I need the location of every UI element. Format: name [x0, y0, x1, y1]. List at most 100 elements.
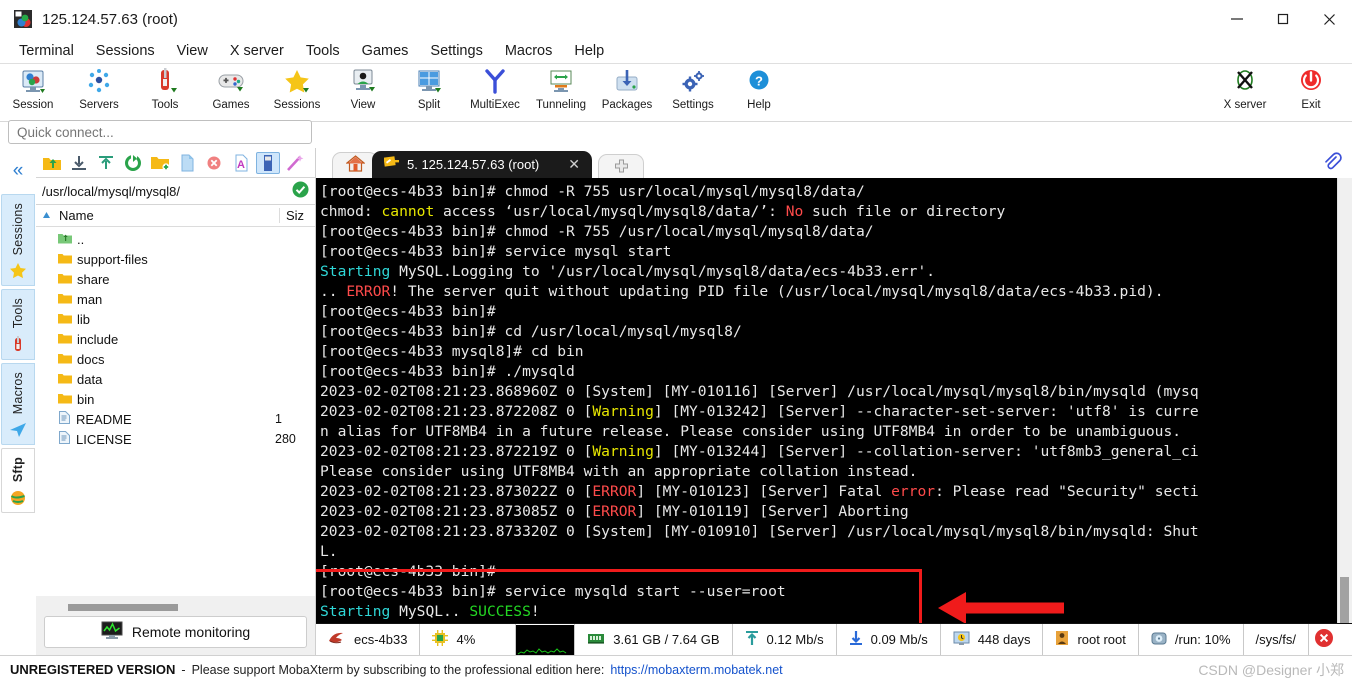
column-header-size[interactable]: Siz: [279, 208, 315, 223]
menu-settings[interactable]: Settings: [419, 41, 493, 61]
status-download[interactable]: 0.09 Mb/s: [837, 624, 941, 655]
svg-text:A: A: [237, 159, 245, 171]
new-tab-button[interactable]: [598, 154, 644, 178]
horizontal-scrollbar-thumb[interactable]: [68, 604, 178, 611]
toolbar-view-button[interactable]: View: [330, 67, 396, 111]
terminal-segment: [root@ecs-4b33 bin]# ./mysqld: [320, 363, 575, 380]
status-disk[interactable]: /run: 10%: [1139, 624, 1244, 655]
terminal-output[interactable]: [root@ecs-4b33 bin]# chmod -R 755 usr/lo…: [316, 178, 1352, 683]
games-icon: [216, 67, 246, 97]
toolbar-games-button[interactable]: Games: [198, 67, 264, 111]
rail-tab-macros[interactable]: Macros: [1, 362, 35, 445]
menu-help[interactable]: Help: [563, 41, 615, 61]
toolbar-sessions-button[interactable]: Sessions: [264, 67, 330, 111]
quick-connect-input[interactable]: [8, 120, 312, 144]
list-item[interactable]: docs: [36, 349, 315, 369]
status-uptime[interactable]: 448 days: [941, 624, 1044, 655]
session-tab-active[interactable]: 5. 125.124.57.63 (root) ✕: [372, 151, 592, 178]
status-close-button[interactable]: [1309, 624, 1339, 655]
maximize-button[interactable]: [1260, 0, 1306, 38]
terminal-segment: 2023-02-02T08:21:23.872219Z 0 [: [320, 443, 593, 460]
horizontal-scrollbar[interactable]: [44, 602, 307, 612]
attach-clip-button[interactable]: [1322, 152, 1342, 177]
minimize-button[interactable]: [1214, 0, 1260, 38]
terminal-segment: : Please read "Security" secti: [935, 483, 1199, 500]
terminal-scrollbar[interactable]: [1337, 178, 1352, 683]
terminal-segment: [root@ecs-4b33 bin]# chmod -R 755 /usr/l…: [320, 223, 874, 240]
terminal-segment: chmod:: [320, 203, 382, 220]
list-item[interactable]: ..: [36, 229, 315, 249]
toolbar-packages-button[interactable]: Packages: [594, 67, 660, 111]
list-item[interactable]: bin: [36, 389, 315, 409]
menu-macros[interactable]: Macros: [494, 41, 564, 61]
status-download-label: 0.09 Mb/s: [870, 632, 928, 647]
toolbar-help-button[interactable]: ? Help: [726, 67, 792, 111]
rail-tab-sessions[interactable]: Sessions: [1, 194, 35, 287]
toolbar-tunneling-label: Tunneling: [535, 99, 587, 111]
remote-monitoring-button[interactable]: Remote monitoring: [44, 616, 307, 648]
refresh-icon[interactable]: [121, 152, 145, 174]
download-icon[interactable]: [67, 152, 91, 174]
list-item[interactable]: share: [36, 269, 315, 289]
menu-tools[interactable]: Tools: [295, 41, 351, 61]
close-icon[interactable]: ✕: [568, 156, 580, 173]
terminal-text: [root@ecs-4b33 bin]# chmod -R 755 usr/lo…: [320, 182, 1352, 642]
toolbar-multiexec-button[interactable]: MultiExec: [462, 67, 528, 111]
toolbar-xserver-button[interactable]: X server: [1212, 67, 1278, 111]
menu-terminal[interactable]: Terminal: [8, 41, 85, 61]
footer-link[interactable]: https://mobaxterm.mobatek.net: [610, 663, 782, 677]
menu-x-server[interactable]: X server: [219, 41, 295, 61]
file-browser-toolbar: A: [36, 148, 315, 178]
rail-tab-tools[interactable]: Tools: [1, 289, 35, 360]
list-item[interactable]: lib: [36, 309, 315, 329]
collapse-chevrons-icon[interactable]: «: [0, 148, 36, 194]
list-item[interactable]: LICENSE 280: [36, 429, 315, 449]
delete-icon[interactable]: [202, 152, 226, 174]
status-upload[interactable]: 0.12 Mb/s: [733, 624, 837, 655]
text-edit-icon[interactable]: A: [229, 152, 253, 174]
toggle-panel-icon[interactable]: [256, 151, 280, 174]
list-item[interactable]: include: [36, 329, 315, 349]
status-cpu-graph[interactable]: [516, 624, 576, 655]
status-host[interactable]: ecs-4b33: [316, 624, 421, 655]
list-item-label: data: [77, 371, 103, 387]
status-cpu[interactable]: 4%: [420, 624, 517, 655]
list-item[interactable]: support-files: [36, 249, 315, 269]
file-browser-header: Name Siz: [36, 205, 315, 227]
toolbar-split-button[interactable]: Split: [396, 67, 462, 111]
terminal-segment: Please consider using UTF8MB4 with an ap…: [320, 463, 918, 480]
toolbar-tunneling-button[interactable]: Tunneling: [528, 67, 594, 111]
status-user[interactable]: root root: [1043, 624, 1139, 655]
toolbar-settings-label: Settings: [672, 99, 714, 111]
help-icon: ?: [744, 67, 774, 97]
magic-wand-icon[interactable]: [283, 152, 307, 174]
toolbar-session-button[interactable]: Session: [0, 67, 66, 111]
rail-tab-sftp[interactable]: Sftp: [1, 447, 35, 513]
file-browser-list[interactable]: .. support-files share man lib include d…: [36, 227, 315, 596]
file-browser-path-bar[interactable]: /usr/local/mysql/mysql8/: [36, 178, 315, 205]
toolbar-tools-button[interactable]: Tools: [132, 67, 198, 111]
menu-sessions[interactable]: Sessions: [85, 41, 166, 61]
close-button[interactable]: [1306, 0, 1352, 38]
go-up-folder-icon[interactable]: [40, 152, 64, 174]
new-folder-icon[interactable]: [148, 152, 172, 174]
terminal-segment: Starting: [320, 263, 391, 280]
upload-icon[interactable]: [94, 152, 118, 174]
quick-connect-wrapper: [8, 120, 312, 144]
new-file-icon[interactable]: [175, 152, 199, 174]
status-sysfs[interactable]: /sys/fs/: [1244, 624, 1309, 655]
toolbar-packages-label: Packages: [601, 99, 653, 111]
list-item[interactable]: man: [36, 289, 315, 309]
file-icon: [58, 411, 71, 427]
file-browser-name-column[interactable]: Name: [42, 208, 279, 223]
toolbar-servers-button[interactable]: Servers: [66, 67, 132, 111]
list-item[interactable]: README 1: [36, 409, 315, 429]
menu-view[interactable]: View: [166, 41, 219, 61]
list-item[interactable]: data: [36, 369, 315, 389]
tunneling-icon: [546, 67, 576, 97]
toolbar-settings-button[interactable]: Settings: [660, 67, 726, 111]
menu-games[interactable]: Games: [351, 41, 420, 61]
toolbar-exit-button[interactable]: Exit: [1278, 67, 1344, 111]
status-memory[interactable]: 3.61 GB / 7.64 GB: [575, 624, 733, 655]
list-item-size: 1: [275, 412, 282, 426]
